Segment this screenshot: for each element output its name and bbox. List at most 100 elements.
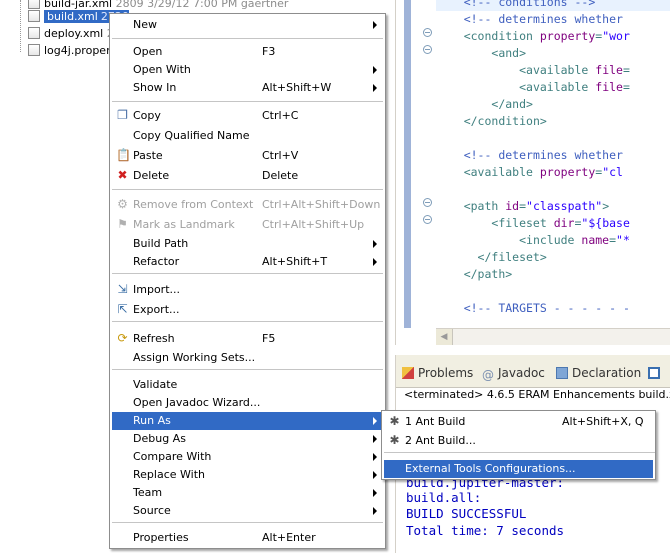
code-token: = [622,80,630,94]
menu-item-show-in[interactable]: Show In Alt+Shift+W [112,79,383,97]
code-token: <path [463,199,506,213]
code-token: "classpath" [526,199,603,213]
fold-toggle-icon[interactable] [423,198,432,207]
landmark-icon: ⚑ [117,217,128,231]
code-token: property [539,165,596,179]
tree-guide-line [20,0,21,52]
menu-item-label: Delete [133,169,170,182]
code-line[interactable]: <!-- determines whether [436,147,623,164]
menu-separator [112,321,383,322]
menu-item-copy-qualified-name[interactable]: Copy Qualified Name [112,127,383,145]
menu-item-build-path[interactable]: Build Path [112,235,383,253]
menu-item-copy[interactable]: ❐ Copy Ctrl+C [112,107,383,125]
menu-separator [112,101,383,102]
menu-item-paste[interactable]: 📋 Paste Ctrl+V [112,147,383,165]
menu-item-new[interactable]: New [112,16,383,34]
code-line[interactable]: <!-- TARGETS - - - - - - [436,300,630,317]
fold-toggle-icon[interactable] [423,28,432,37]
menu-item-label: Build Path [133,237,189,250]
code-token: name [581,233,610,247]
code-line[interactable]: </path> [436,266,512,283]
menu-item-delete[interactable]: ✖ Delete Delete [112,167,383,185]
code-line[interactable]: <path id="classpath"> [436,198,609,215]
at-icon: @ [482,368,494,382]
fold-toggle-icon[interactable] [423,45,432,54]
code-line[interactable]: <!-- conditions --> [436,0,670,11]
code-token: "* [616,233,630,247]
menu-item-source[interactable]: Source [112,502,383,520]
menu-item-label: Compare With [133,450,212,463]
submenu-arrow-icon [373,417,377,425]
menu-item-refresh[interactable]: ⟳ Refresh F5 [112,330,383,348]
menu-item-replace-with[interactable]: Replace With [112,466,383,484]
code-token: <include [519,233,582,247]
code-token: = [622,63,630,77]
menu-item-label: Refresh [133,332,175,345]
console-output-line: build.all: [406,490,482,505]
run-as-submenu: ✱ 1 Ant Build Alt+Shift+X, Q ✱ 2 Ant Build..… [381,410,656,480]
code-line[interactable]: </condition> [436,113,547,130]
xml-file-icon [28,0,40,9]
tab-label: Problems [418,366,474,380]
code-token: = [609,233,617,247]
code-token: > [602,199,610,213]
menu-item-properties[interactable]: Properties Alt+Enter [112,529,383,547]
tab-console[interactable] [648,363,664,383]
code-token: <!-- determines whether [463,12,623,26]
context-menu: New Open F3 Open With Show In Alt+Shift+W ❐ Cop… [109,13,386,549]
fold-toggle-icon[interactable] [423,215,432,224]
code-line[interactable]: </fileset> [436,249,547,266]
menu-item-2-ant-build[interactable]: ✱ 2 Ant Build... [384,432,653,450]
menu-item-open-with[interactable]: Open With [112,61,383,79]
xml-editor[interactable]: <!-- conditions --> <!-- determines whet… [395,0,670,345]
console-output-line: Total time: 7 seconds [406,523,565,538]
code-line[interactable]: <available file= [436,62,630,79]
menu-item-external-tools-configurations[interactable]: External Tools Configurations... [384,460,653,478]
menu-item-import[interactable]: ⇲ Import... [112,281,383,299]
horizontal-scrollbar[interactable]: ◀ [436,328,670,345]
menu-item-open-javadoc-wizard[interactable]: Open Javadoc Wizard... [112,394,383,412]
menu-item-label: 1 Ant Build [405,415,466,428]
code-token: property [539,29,596,43]
menu-item-label: Validate [133,378,178,391]
menu-item-refactor[interactable]: Refactor Alt+Shift+T [112,253,383,271]
delete-icon: ✖ [117,168,128,182]
code-area[interactable]: <!-- conditions --> <!-- determines whet… [436,0,670,328]
menu-item-open[interactable]: Open F3 [112,43,383,61]
code-token: "wor [602,29,630,43]
code-line[interactable]: <include name="* [436,232,630,249]
code-token: "${base [581,216,630,230]
menu-item-compare-with[interactable]: Compare With [112,448,383,466]
code-token: = [519,199,527,213]
menu-item-shortcut: Ctrl+Alt+Shift+Down [262,198,381,211]
menu-item-label: Paste [133,149,163,162]
tab-label: Declaration [572,366,642,380]
menu-item-run-as[interactable]: Run As [112,412,383,430]
tab-declaration[interactable]: Declaration [556,363,641,383]
code-line[interactable]: <condition property="wor [436,28,630,45]
menu-item-team[interactable]: Team [112,484,383,502]
code-line[interactable]: </and> [436,96,533,113]
xml-file-icon [28,10,40,22]
scroll-left-icon[interactable]: ◀ [436,329,453,345]
menu-item-validate[interactable]: Validate [112,376,383,394]
code-line[interactable]: <available property="cl [436,164,623,181]
tree-item-deploy-xml[interactable]: deploy.xml 29 [28,26,121,42]
menu-item-label: Debug As [133,432,186,445]
code-token: "cl [602,165,623,179]
menu-item-debug-as[interactable]: Debug As [112,430,383,448]
code-token: <and> [491,46,527,60]
code-line[interactable]: <!-- determines whether [436,11,623,28]
tab-javadoc[interactable]: @ Javadoc [482,363,545,383]
declaration-icon [556,367,568,379]
code-token: <fileset [491,216,554,230]
tab-problems[interactable]: Problems [402,363,473,383]
code-line[interactable]: <available file= [436,79,630,96]
menu-item-assign-working-sets[interactable]: Assign Working Sets... [112,349,383,367]
menu-item-label: 2 Ant Build... [405,434,476,447]
console-output-line: BUILD SUCCESSFUL [406,506,527,521]
menu-item-1-ant-build[interactable]: ✱ 1 Ant Build Alt+Shift+X, Q [384,413,653,431]
code-line[interactable]: <fileset dir="${base [436,215,630,232]
code-line[interactable]: <and> [436,45,526,62]
menu-item-export[interactable]: ⇱ Export... [112,301,383,319]
